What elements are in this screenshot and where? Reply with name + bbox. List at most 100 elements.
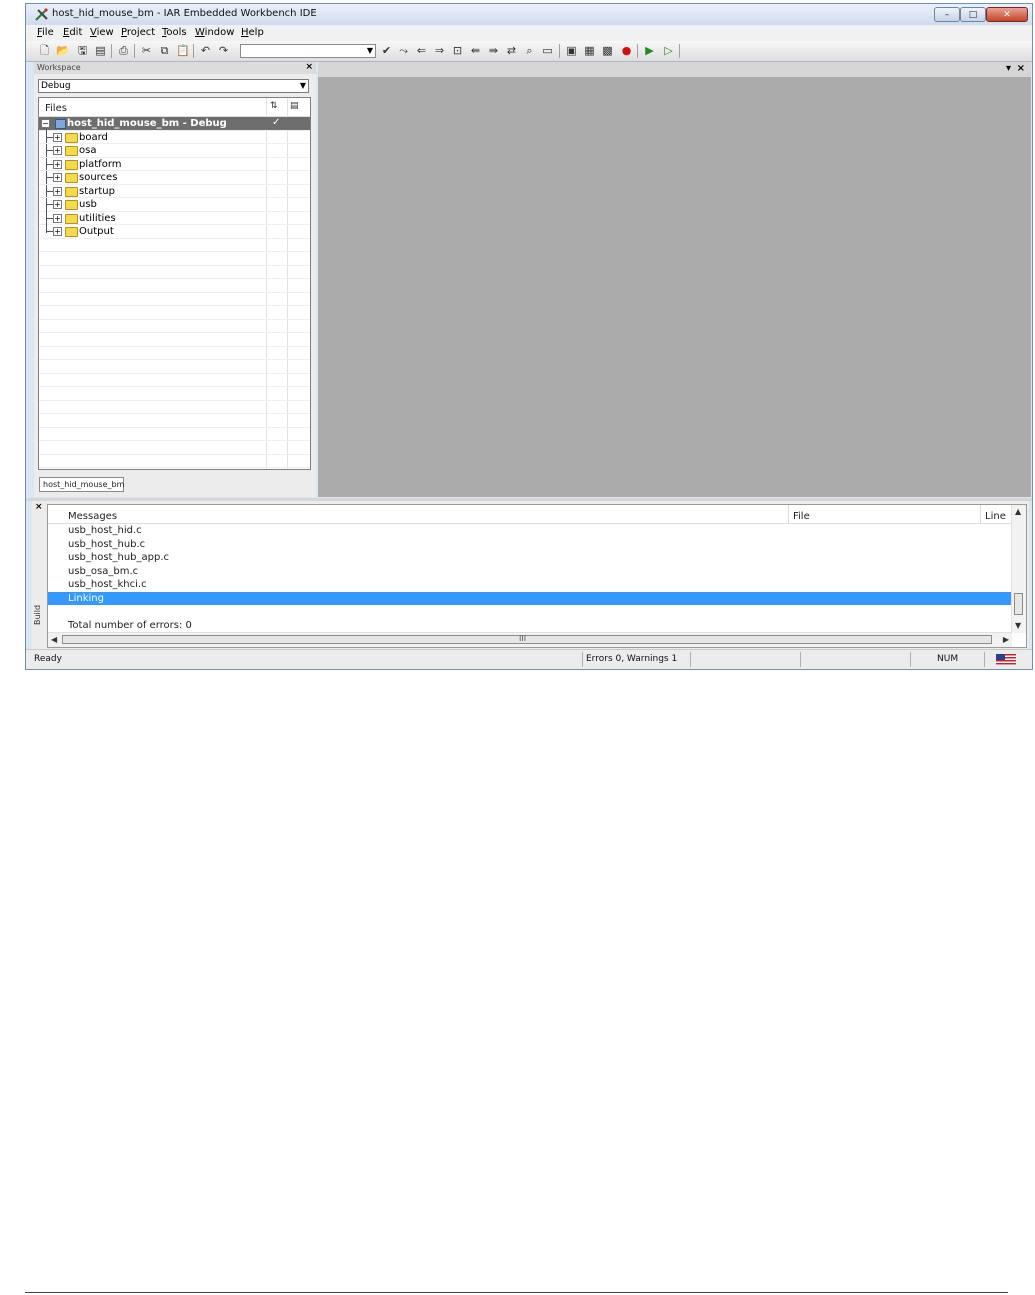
expand-icon[interactable]: + xyxy=(53,213,62,223)
scroll-up-icon[interactable]: ▲ xyxy=(1015,507,1021,516)
expand-icon[interactable]: + xyxy=(53,173,62,182)
tree-empty-row xyxy=(39,374,310,387)
expand-icon[interactable]: + xyxy=(53,227,62,236)
file-icon[interactable]: ▭ xyxy=(541,44,554,57)
editor-area[interactable]: ▾ × xyxy=(318,62,1031,497)
message-row[interactable]: usb_osa_bm.c xyxy=(48,565,1012,579)
menu-edit[interactable]: Edit xyxy=(63,27,82,38)
project-label: host_hid_mouse_bm - Debug xyxy=(67,118,227,129)
scroll-thumb[interactable]: III xyxy=(62,634,992,644)
menu-help[interactable]: Help xyxy=(241,27,264,38)
options-icon[interactable]: ▤ xyxy=(290,101,299,111)
debug-without-download-icon[interactable]: ▷ xyxy=(662,44,675,57)
menu-tools[interactable]: Tools xyxy=(162,27,187,38)
horizontal-scrollbar[interactable]: ◀ III ▶ xyxy=(48,632,1012,647)
close-icon[interactable]: × xyxy=(35,502,43,512)
next-bookmark-icon[interactable]: ⤳ xyxy=(397,44,410,57)
scroll-down-icon[interactable]: ▼ xyxy=(1015,621,1021,630)
tree-folder-output[interactable]: + Output xyxy=(39,225,310,239)
expand-icon[interactable]: + xyxy=(53,200,62,209)
open-icon[interactable]: 📂 xyxy=(56,44,70,57)
message-row[interactable]: usb_host_khci.c xyxy=(48,578,1012,592)
maximize-button[interactable]: □ xyxy=(960,7,986,22)
message-row[interactable]: Total number of errors: 0 xyxy=(48,619,1012,633)
file-column-header[interactable]: File xyxy=(793,511,810,522)
message-row[interactable]: usb_host_hub_app.c xyxy=(48,551,1012,565)
find-next-icon[interactable]: ⇛ xyxy=(487,44,500,57)
menu-project[interactable]: Project xyxy=(121,27,155,38)
copy-icon[interactable]: ⧉ xyxy=(158,44,171,57)
scroll-right-icon[interactable]: ▶ xyxy=(1003,635,1009,644)
stop-build-icon[interactable]: ▩ xyxy=(601,44,614,57)
status-num-lock: NUM xyxy=(937,654,959,664)
expand-icon[interactable]: + xyxy=(53,132,62,142)
make-icon[interactable]: ▦ xyxy=(583,44,596,57)
message-row[interactable]: usb_host_hub.c xyxy=(48,538,1012,552)
tree-folder-startup[interactable]: + startup xyxy=(39,185,310,198)
toggle-bookmark-icon[interactable]: ✔ xyxy=(380,44,393,57)
new-file-icon[interactable]: 🗋 xyxy=(38,44,51,57)
configuration-select[interactable]: Debug ▼ xyxy=(38,79,309,93)
collapse-icon[interactable]: − xyxy=(41,119,50,128)
tree-folder-osa[interactable]: + osa xyxy=(39,144,310,158)
expand-icon[interactable]: + xyxy=(53,159,62,169)
us-flag-icon[interactable] xyxy=(996,654,1016,665)
menu-window[interactable]: Window xyxy=(195,27,234,38)
tree-folder-usb[interactable]: + usb xyxy=(39,198,310,212)
chevron-down-icon[interactable]: ▼ xyxy=(300,81,306,90)
save-all-icon[interactable]: ▤ xyxy=(94,44,107,57)
folder-icon xyxy=(65,213,78,224)
compile-icon[interactable]: ▣ xyxy=(565,44,578,57)
workspace-tab-label: host_hid_mouse_bm xyxy=(43,480,125,489)
menu-view[interactable]: View xyxy=(90,27,114,38)
messages-column-header[interactable]: Messages xyxy=(68,511,117,522)
window-list-icon[interactable]: ▾ xyxy=(1006,63,1011,74)
message-row-selected[interactable]: Linking xyxy=(48,591,1012,605)
sort-icon[interactable]: ⇅ xyxy=(270,101,278,111)
tree-folder-platform[interactable]: + platform xyxy=(39,158,310,171)
scroll-thumb[interactable] xyxy=(1014,593,1023,615)
undo-icon[interactable]: ↶ xyxy=(199,44,212,57)
tree-folder-sources[interactable]: + sources xyxy=(39,171,310,185)
toggle-breakpoint-icon[interactable]: ● xyxy=(620,44,633,57)
tree-empty-row xyxy=(39,266,310,279)
navigate-forward-icon[interactable]: ⇒ xyxy=(433,44,446,57)
message-row[interactable]: usb_host_hid.c xyxy=(48,524,1012,538)
workspace-title: Workspace xyxy=(37,63,81,72)
save-icon[interactable]: 🖫 xyxy=(76,44,89,57)
find-in-files-icon[interactable]: ⌕ xyxy=(523,44,536,57)
close-icon[interactable]: × xyxy=(1017,63,1025,74)
minimize-button[interactable]: – xyxy=(934,7,960,22)
line-column-header[interactable]: Line xyxy=(985,511,1006,522)
expand-icon[interactable]: + xyxy=(53,186,62,196)
replace-icon[interactable]: ⇄ xyxy=(505,44,518,57)
build-tab-label[interactable]: Build xyxy=(33,605,42,625)
find-combo[interactable]: ▼ xyxy=(240,44,376,58)
find-prev-icon[interactable]: ⇚ xyxy=(469,44,482,57)
chevron-down-icon[interactable]: ▼ xyxy=(367,45,373,57)
print-icon[interactable]: ⎙ xyxy=(117,44,130,57)
close-icon[interactable]: × xyxy=(305,62,313,72)
tree-folder-board[interactable]: + board xyxy=(39,131,310,144)
redo-icon[interactable]: ↷ xyxy=(217,44,230,57)
paste-icon[interactable]: 📋 xyxy=(176,44,190,57)
cut-icon[interactable]: ✂ xyxy=(140,44,153,57)
workspace-tab[interactable]: host_hid_mouse_bm xyxy=(39,477,124,492)
menu-file[interactable]: File xyxy=(37,27,54,38)
title-bar[interactable]: host_hid_mouse_bm - IAR Embedded Workben… xyxy=(26,4,1032,25)
tree-empty-row xyxy=(39,279,310,293)
go-to-icon[interactable]: ⊡ xyxy=(451,44,464,57)
tree-root-project[interactable]: − host_hid_mouse_bm - Debug ✓ xyxy=(39,117,310,131)
navigate-back-icon[interactable]: ⇐ xyxy=(415,44,428,57)
message-row[interactable] xyxy=(48,605,1012,619)
vertical-scrollbar[interactable]: ▲ ▼ xyxy=(1011,505,1026,633)
folder-label: Output xyxy=(79,226,114,237)
tree-folder-utilities[interactable]: + utilities xyxy=(39,212,310,225)
scroll-left-icon[interactable]: ◀ xyxy=(51,635,57,644)
expand-icon[interactable]: + xyxy=(53,146,62,155)
download-and-debug-icon[interactable]: ▶ xyxy=(643,44,656,57)
folder-icon xyxy=(65,173,78,183)
close-button[interactable]: ✕ xyxy=(986,7,1028,22)
folder-icon xyxy=(65,159,78,170)
tree-empty-row xyxy=(39,428,310,441)
